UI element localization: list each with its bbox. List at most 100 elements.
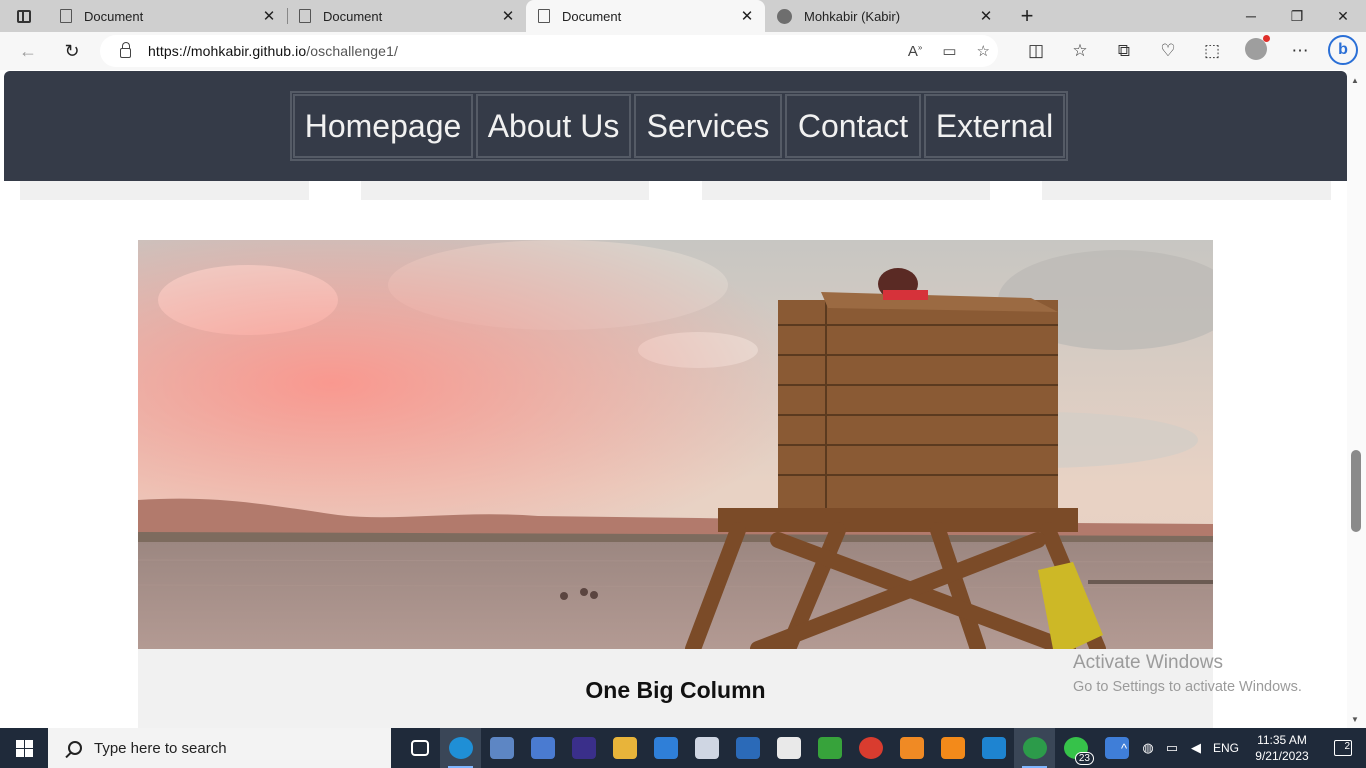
edge-taskbar-icon[interactable] xyxy=(440,728,481,768)
column-title: One Big Column xyxy=(585,677,766,703)
tab-title: Document xyxy=(562,8,622,24)
browser-essentials-icon[interactable]: ♡ xyxy=(1146,41,1190,61)
browser-tab-strip: Document ✕ Document ✕ Document ✕ Mohkabi… xyxy=(0,0,1366,32)
browser-toolbar: ← ↻ https://mohkabir.github.io/oschallen… xyxy=(0,32,1366,70)
news-icon[interactable] xyxy=(727,728,768,768)
search-icon xyxy=(68,741,82,755)
tab-title: Document xyxy=(323,8,383,24)
url-text[interactable]: https://mohkabir.github.io/oschallenge1/ xyxy=(148,43,398,59)
battery-icon[interactable]: ▭ xyxy=(1160,740,1184,756)
settings-more-icon[interactable]: ⋯ xyxy=(1278,41,1322,61)
bing-taskbar-icon[interactable] xyxy=(768,728,809,768)
task-view-icon[interactable] xyxy=(399,728,440,768)
sublime-text-icon[interactable] xyxy=(891,728,932,768)
avatar xyxy=(1245,34,1270,60)
tab-close-icon[interactable]: ✕ xyxy=(739,7,755,25)
watermark-subtitle: Go to Settings to activate Windows. xyxy=(1073,679,1302,695)
clock[interactable]: 11:35 AM 9/21/2023 xyxy=(1244,732,1320,764)
document-viewer-icon[interactable] xyxy=(686,728,727,768)
url-path: /oschallenge1/ xyxy=(306,43,398,59)
address-bar[interactable]: https://mohkabir.github.io/oschallenge1/… xyxy=(100,35,998,67)
menu-contact[interactable]: Contact xyxy=(785,94,921,158)
clock-date: 9/21/2023 xyxy=(1255,749,1309,763)
store-icon[interactable] xyxy=(522,728,563,768)
show-hidden-icons-chevron-icon[interactable]: ^ xyxy=(1112,741,1136,756)
start-button[interactable] xyxy=(0,728,48,768)
bing-copilot-icon[interactable]: b xyxy=(1328,35,1358,65)
beach-lifeguard-picture xyxy=(138,240,1213,649)
site-header: Homepage About Us Services Contact Exter… xyxy=(4,71,1347,181)
scroll-down-arrow-icon[interactable]: ▼ xyxy=(1351,715,1359,724)
tab-title: Mohkabir (Kabir) xyxy=(804,8,901,24)
immersive-reader-icon[interactable]: ▭ xyxy=(942,42,956,60)
restore-button[interactable]: ❐ xyxy=(1274,0,1320,32)
tab-title: Document xyxy=(84,8,144,24)
chrome-icon[interactable] xyxy=(850,728,891,768)
vlc-icon[interactable] xyxy=(932,728,973,768)
tab-actions-icon xyxy=(17,9,31,23)
mail-icon[interactable] xyxy=(645,728,686,768)
visual-studio-installer-icon[interactable] xyxy=(563,728,604,768)
page-scrollbar[interactable]: ▲ ▼ xyxy=(1347,70,1366,728)
chrome-profile-icon[interactable] xyxy=(1014,728,1055,768)
tab-close-icon[interactable]: ✕ xyxy=(978,7,994,25)
scroll-up-arrow-icon[interactable]: ▲ xyxy=(1351,76,1359,85)
page-icon xyxy=(60,9,72,23)
tab-close-icon[interactable]: ✕ xyxy=(261,7,277,25)
browser-tab-active[interactable]: Document ✕ xyxy=(526,0,765,32)
page-icon xyxy=(299,9,311,23)
close-window-button[interactable]: ✕ xyxy=(1320,0,1366,32)
browser-tab[interactable]: Document ✕ xyxy=(287,0,526,32)
search-placeholder: Type here to search xyxy=(94,739,227,757)
read-aloud-icon[interactable]: A» xyxy=(908,43,922,60)
refresh-button[interactable]: ↻ xyxy=(52,35,92,67)
split-screen-icon[interactable]: ◫ xyxy=(1014,41,1058,61)
refresh-icon: ↻ xyxy=(64,40,80,61)
windows-taskbar: Type here to search 23 ^ ◍ ▭ ◀ ENG 11:35… xyxy=(0,728,1366,768)
network-globe-icon[interactable]: ◍ xyxy=(1136,740,1160,756)
profile-button[interactable] xyxy=(1234,34,1278,65)
tab-close-icon[interactable]: ✕ xyxy=(500,7,516,25)
lock-icon xyxy=(120,42,131,58)
tab-actions-button[interactable] xyxy=(0,0,48,32)
column-card-bottom xyxy=(1042,181,1331,200)
menu-external[interactable]: External xyxy=(924,94,1065,158)
back-button[interactable]: ← xyxy=(8,35,48,67)
vscode-icon[interactable] xyxy=(973,728,1014,768)
browser-tab[interactable]: Document ✕ xyxy=(48,0,287,32)
notification-count: 2 xyxy=(1334,740,1352,756)
whatsapp-icon[interactable]: 23 xyxy=(1055,728,1096,768)
browser-tab[interactable]: Mohkabir (Kabir) ✕ xyxy=(765,0,1004,32)
column-card-bottom xyxy=(20,181,309,200)
spreadsheet-icon[interactable] xyxy=(809,728,850,768)
github-icon xyxy=(777,8,792,24)
back-arrow-icon: ← xyxy=(19,40,37,61)
minimize-button[interactable]: ─ xyxy=(1228,0,1274,32)
system-tray: ^ ◍ ▭ ◀ ENG 11:35 AM 9/21/2023 2 xyxy=(1112,728,1366,768)
page-icon xyxy=(538,9,550,23)
windows-logo-icon xyxy=(15,739,33,757)
main-menu: Homepage About Us Services Contact Exter… xyxy=(290,91,1068,161)
watermark-title: Activate Windows xyxy=(1073,652,1223,673)
window-controls: ─ ❐ ✕ xyxy=(1228,0,1366,32)
column-card-bottom xyxy=(361,181,649,200)
scrollbar-thumb[interactable] xyxy=(1351,450,1361,532)
file-explorer-icon[interactable] xyxy=(604,728,645,768)
menu-about-us[interactable]: About Us xyxy=(476,94,631,158)
column-card-bottom xyxy=(702,181,990,200)
menu-homepage[interactable]: Homepage xyxy=(293,94,473,158)
remote-desktop-icon[interactable] xyxy=(481,728,522,768)
notifications-button[interactable]: 2 xyxy=(1320,740,1366,756)
collections-icon[interactable]: ⧉ xyxy=(1102,41,1146,61)
taskbar-search[interactable]: Type here to search xyxy=(48,728,391,768)
language-indicator[interactable]: ENG xyxy=(1208,741,1244,755)
extensions-icon[interactable]: ⬚ xyxy=(1190,41,1234,61)
favorite-star-icon[interactable]: ☆ xyxy=(977,42,990,60)
whatsapp-badge: 23 xyxy=(1074,752,1094,765)
hero-image xyxy=(138,240,1213,649)
menu-services[interactable]: Services xyxy=(634,94,782,158)
page-viewport: Homepage About Us Services Contact Exter… xyxy=(0,70,1366,728)
new-tab-button[interactable]: + xyxy=(1004,0,1050,32)
volume-icon[interactable]: ◀ xyxy=(1184,740,1208,756)
favorites-icon[interactable]: ☆ xyxy=(1058,41,1102,61)
